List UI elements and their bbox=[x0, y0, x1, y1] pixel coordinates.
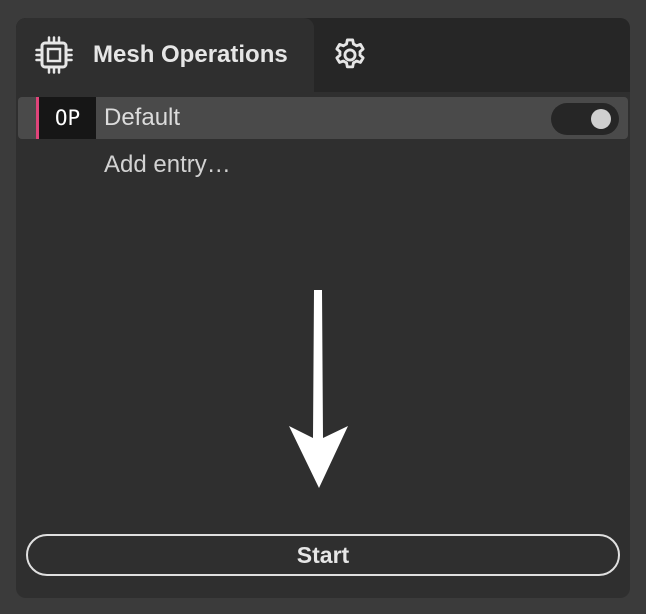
op-badge: OP bbox=[36, 97, 96, 139]
arrow-down-icon bbox=[289, 290, 348, 488]
gear-icon bbox=[335, 38, 365, 69]
tab-mesh-operations[interactable]: Mesh Operations bbox=[16, 18, 314, 92]
tab-title: Mesh Operations bbox=[93, 41, 288, 68]
entry-enabled-toggle[interactable] bbox=[551, 103, 619, 135]
entry-label: Default bbox=[104, 104, 181, 131]
start-button[interactable]: Start bbox=[26, 534, 620, 576]
add-entry-link[interactable]: Add entry… bbox=[104, 148, 231, 182]
tab-bar: Mesh Operations bbox=[16, 18, 630, 92]
toggle-knob bbox=[591, 109, 611, 129]
chip-icon bbox=[35, 36, 73, 74]
entry-row-default[interactable]: OP Default bbox=[18, 97, 628, 139]
mesh-operations-panel: Mesh Operations OP Default Add entry… St… bbox=[16, 18, 630, 598]
tab-settings[interactable] bbox=[326, 35, 374, 75]
